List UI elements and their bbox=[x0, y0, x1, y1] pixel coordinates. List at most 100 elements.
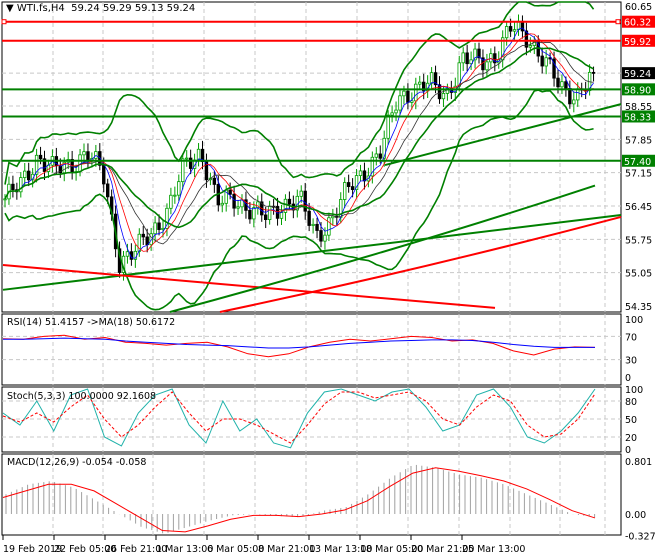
rsi-tick-label: 100 bbox=[625, 315, 643, 326]
candle-body bbox=[528, 45, 533, 48]
candle-body bbox=[177, 181, 181, 196]
candle-body bbox=[173, 194, 177, 197]
candle-body bbox=[153, 222, 157, 235]
candle-body bbox=[382, 137, 386, 159]
high-value: 59.29 bbox=[102, 3, 132, 14]
candle-body bbox=[429, 72, 434, 84]
stoch-title: Stoch(5,3,3) 100.0000 92.1608 bbox=[7, 391, 156, 402]
price-tick-label: 55.05 bbox=[625, 269, 652, 280]
candle-body bbox=[418, 81, 422, 85]
candle-body bbox=[346, 182, 351, 187]
rsi-tick-label: 30 bbox=[625, 356, 637, 367]
candle-body bbox=[220, 202, 224, 206]
chart-window: 60.65 57.85 57.15 56.45 55.75 55.05 54.35 58.55… bbox=[0, 0, 660, 560]
candle-body bbox=[184, 157, 189, 160]
candle-body bbox=[374, 153, 378, 158]
price-tick-label: 54.35 bbox=[625, 302, 652, 313]
open-value: 59.24 bbox=[71, 3, 100, 14]
candle-body bbox=[212, 177, 217, 185]
close-value: 59.24 bbox=[166, 3, 196, 14]
stoch-tick-label: 20 bbox=[625, 433, 637, 444]
symbol: WTI.fs,H4 bbox=[16, 3, 65, 14]
candle-body bbox=[102, 164, 106, 185]
candle-body bbox=[106, 183, 110, 198]
candle-body bbox=[38, 154, 43, 160]
candle-body bbox=[572, 99, 576, 105]
candle-body bbox=[169, 194, 173, 209]
candle-body bbox=[342, 182, 347, 200]
candle-body bbox=[157, 222, 161, 230]
candle-body bbox=[26, 170, 31, 181]
time-tick-label: 25 Mar 13:00 bbox=[462, 544, 525, 555]
price-tick-label: 60.65 bbox=[625, 2, 652, 13]
candle-body bbox=[568, 88, 572, 105]
candle-body bbox=[402, 90, 406, 97]
stoch-tick-label: 80 bbox=[625, 397, 637, 408]
candle-body bbox=[252, 207, 256, 220]
candle-body bbox=[544, 57, 548, 67]
candle-body bbox=[485, 61, 489, 71]
level-handle bbox=[615, 19, 621, 25]
candle-body bbox=[279, 212, 284, 219]
candle-body bbox=[576, 88, 580, 101]
candle-body bbox=[504, 26, 509, 39]
candle-body bbox=[303, 190, 307, 212]
candle-body bbox=[591, 71, 596, 74]
candle-body bbox=[307, 210, 311, 226]
level-label: 58.33 bbox=[624, 112, 651, 123]
candle-body bbox=[512, 29, 517, 32]
level-label: 58.90 bbox=[624, 85, 651, 96]
candle-body bbox=[267, 205, 272, 220]
candle-body bbox=[228, 189, 232, 195]
level-label: 59.92 bbox=[624, 37, 651, 48]
macd-tick-label: 0.00 bbox=[625, 510, 646, 521]
candle-body bbox=[287, 198, 292, 205]
candle-body bbox=[362, 170, 367, 182]
candle-body bbox=[564, 81, 568, 89]
candle-body bbox=[248, 209, 252, 220]
candle-body bbox=[350, 186, 355, 191]
macd-tick-label: 0.801 bbox=[625, 457, 652, 468]
last-price-label: 59.24 bbox=[624, 69, 651, 80]
candle-body bbox=[311, 223, 315, 226]
candle-body bbox=[299, 190, 303, 197]
candle-body bbox=[11, 183, 15, 191]
candle-body bbox=[386, 114, 390, 139]
candle-body bbox=[236, 206, 240, 209]
level-handle bbox=[1, 19, 7, 25]
time-tick-label: 8 Mar 21:00 bbox=[258, 544, 315, 555]
macd-tick-label: -0.327 bbox=[625, 532, 656, 543]
candle-body bbox=[489, 53, 493, 63]
chart-header: ▼ WTI.fs,H4 59.24 59.29 59.13 59.24 bbox=[6, 3, 196, 14]
rsi-tick-label: 70 bbox=[625, 332, 637, 343]
stoch-tick-label: 100 bbox=[625, 385, 643, 396]
candle-body bbox=[323, 234, 327, 242]
level-label: 57.40 bbox=[624, 157, 651, 168]
candle-body bbox=[86, 151, 90, 162]
candle-body bbox=[23, 170, 27, 179]
stoch-tick-label: 50 bbox=[625, 415, 637, 426]
stoch-tick-label: 0 bbox=[625, 445, 631, 456]
candle-body bbox=[441, 93, 446, 100]
candle-body bbox=[524, 30, 529, 48]
candle-body bbox=[508, 26, 513, 32]
candle-body bbox=[556, 77, 560, 88]
candle-body bbox=[414, 83, 418, 102]
rsi-tick-label: 0 bbox=[625, 373, 631, 384]
price-tick-label: 56.45 bbox=[625, 202, 652, 213]
time-tick-label: 6 Mar 05:00 bbox=[207, 544, 264, 555]
low-value: 59.13 bbox=[134, 3, 164, 14]
candle-body bbox=[465, 52, 469, 65]
candle-body bbox=[520, 20, 525, 32]
candle-body bbox=[331, 215, 335, 219]
candle-body bbox=[3, 198, 7, 201]
candle-body bbox=[181, 158, 185, 183]
candle-body bbox=[141, 233, 145, 238]
price-tick-label: 57.15 bbox=[625, 169, 652, 180]
candle-body bbox=[398, 95, 402, 111]
candle-body bbox=[394, 109, 398, 114]
candle-body bbox=[378, 153, 382, 159]
candle-body bbox=[315, 223, 319, 231]
candle-body bbox=[263, 214, 268, 220]
candle-body bbox=[560, 81, 564, 88]
